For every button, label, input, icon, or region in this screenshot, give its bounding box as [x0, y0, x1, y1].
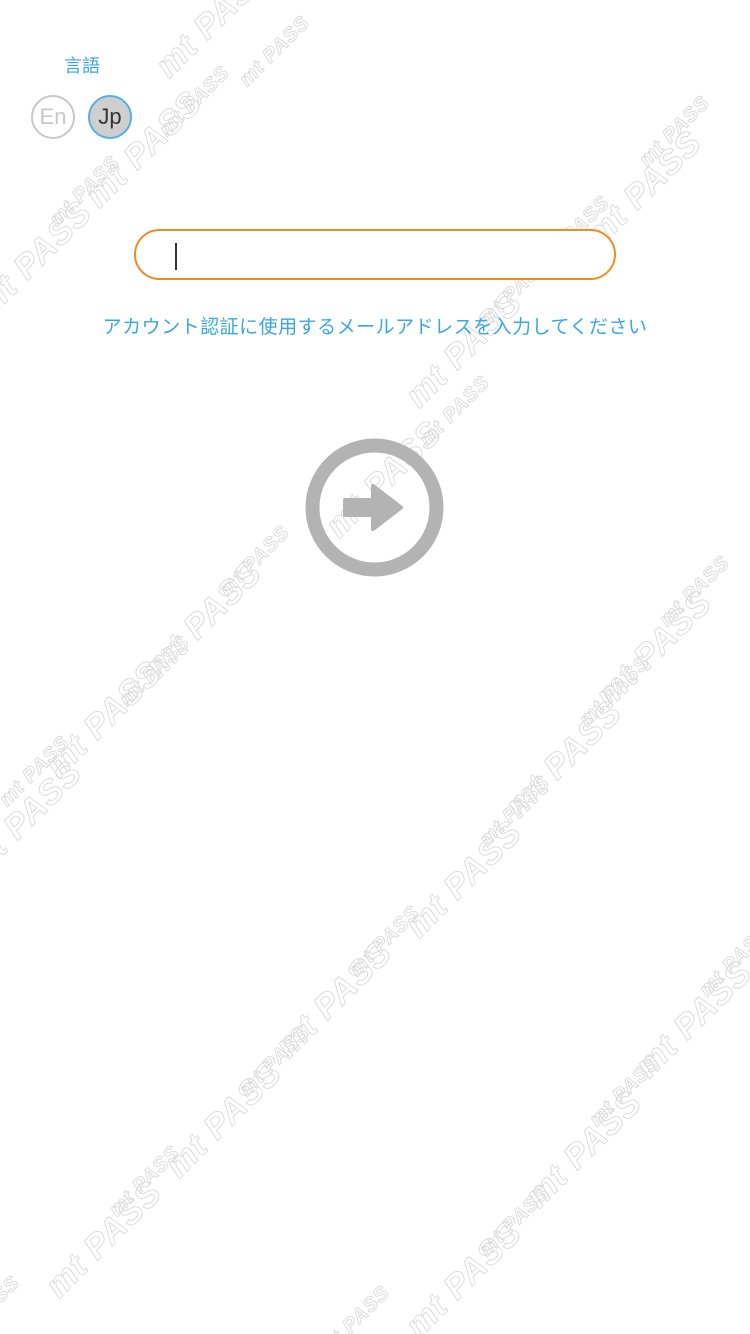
watermark-logo: mt PASS — [635, 91, 715, 171]
watermark-logo: mt PASS — [0, 1271, 25, 1334]
watermark-logo: mt PASS — [585, 1051, 665, 1131]
email-input[interactable] — [136, 231, 614, 278]
text-caret — [175, 243, 177, 270]
email-hint: アカウント認証に使用するメールアドレスを入力してください — [102, 316, 648, 338]
watermark-logo: mt PASS — [575, 651, 655, 731]
watermark-layer: mt PASS mt PASS mt PASS mt PASS mt PASS mt PA… — [0, 0, 750, 1334]
watermark-logo: mt PASS — [0, 731, 75, 811]
watermark-logo: mt PASS — [157, 1053, 290, 1186]
language-jp-button[interactable]: Jp — [88, 95, 132, 139]
watermark-logo: mt PASS — [37, 653, 170, 786]
watermark-logo: mt PASS — [37, 1173, 170, 1306]
watermark-logo: mt PASS — [397, 283, 530, 416]
watermark-logo: mt PASS — [655, 551, 735, 631]
watermark-logo: mt PASS — [0, 753, 90, 886]
watermark-logo: mt PASS — [345, 901, 425, 981]
watermark-logo: mt PASS — [517, 1083, 650, 1216]
watermark-logo: mt PASS — [45, 151, 125, 231]
watermark-logo: mt PASS — [147, 0, 280, 85]
watermark-logo: mt PASS — [115, 631, 195, 711]
watermark-logo: mt PASS — [137, 553, 270, 686]
submit-button[interactable] — [305, 438, 444, 577]
watermark-logo: mt PASS — [475, 1181, 555, 1261]
arrow-right-circle-icon — [305, 438, 444, 577]
watermark-logo: mt PASS — [497, 693, 630, 826]
email-field[interactable] — [134, 229, 616, 280]
watermark-logo: mt PASS — [695, 921, 750, 1001]
watermark-logo: mt PASS — [315, 1281, 395, 1334]
watermark-logo: mt PASS — [627, 953, 750, 1086]
watermark-logo: mt PASS — [215, 521, 295, 601]
watermark-logo: mt PASS — [235, 11, 315, 91]
language-label: 言語 — [64, 56, 100, 77]
watermark-logo: mt PASS — [397, 1213, 530, 1334]
watermark-logo: mt PASS — [155, 61, 235, 141]
watermark-logo: mt PASS — [235, 1021, 315, 1101]
watermark-logo: mt PASS — [105, 1141, 185, 1221]
watermark-logo: mt PASS — [587, 583, 720, 716]
watermark-logo: mt PASS — [397, 813, 530, 946]
language-en-button[interactable]: En — [31, 95, 75, 139]
watermark-logo: mt PASS — [0, 193, 100, 326]
watermark-logo: mt PASS — [475, 771, 555, 851]
watermark-logo: mt PASS — [267, 933, 400, 1066]
